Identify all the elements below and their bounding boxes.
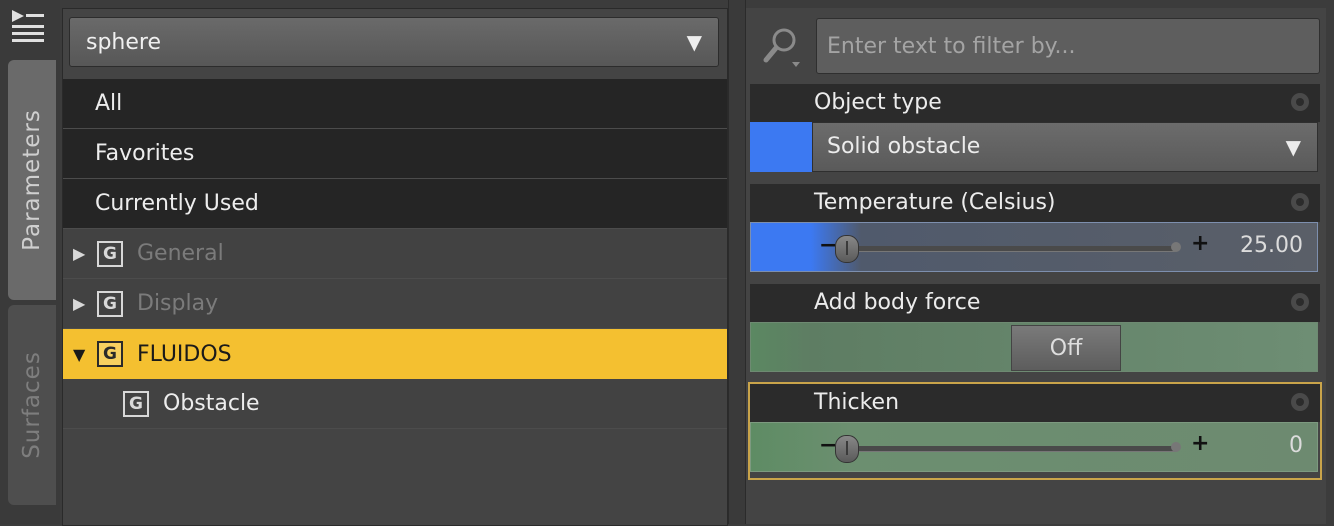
groups-pane: sphere ▼ All Favorites Currently Used ▶ … bbox=[62, 8, 728, 526]
tab-surfaces[interactable]: Surfaces bbox=[8, 305, 56, 505]
expand-arrow-icon[interactable]: ▶ bbox=[73, 294, 95, 313]
slider-track[interactable] bbox=[847, 246, 1177, 251]
gear-icon[interactable] bbox=[1286, 388, 1314, 416]
pane-splitter[interactable] bbox=[728, 0, 746, 524]
group-label: Obstacle bbox=[163, 391, 260, 416]
tab-parameters[interactable]: Parameters bbox=[8, 60, 56, 300]
group-item-fluidos[interactable]: ▼ G FLUIDOS bbox=[63, 329, 727, 379]
group-icon: G bbox=[97, 290, 123, 317]
side-tab-strip: Parameters Surfaces bbox=[0, 0, 60, 524]
slider-value[interactable]: 25.00 bbox=[1240, 233, 1303, 258]
group-label: Favorites bbox=[95, 141, 195, 166]
property-thicken: Thicken − + 0 bbox=[748, 382, 1322, 480]
slider-value[interactable]: 0 bbox=[1289, 433, 1303, 458]
group-label: Display bbox=[137, 291, 219, 316]
group-icon: G bbox=[97, 240, 123, 267]
collapse-arrow-icon[interactable]: ▼ bbox=[73, 345, 95, 364]
search-icon[interactable] bbox=[756, 18, 806, 74]
tab-surfaces-label: Surfaces bbox=[19, 351, 46, 459]
filter-input[interactable] bbox=[816, 18, 1320, 74]
group-item-obstacle[interactable]: G Obstacle bbox=[63, 379, 727, 429]
group-item-favorites[interactable]: Favorites bbox=[63, 129, 727, 179]
pane-menu-icon[interactable] bbox=[8, 6, 48, 46]
gear-icon[interactable] bbox=[1286, 88, 1314, 116]
properties-pane: Object type Solid obstacle ▼ Temperature… bbox=[746, 8, 1326, 524]
node-selector-dropdown[interactable]: sphere ▼ bbox=[69, 17, 719, 67]
group-icon: G bbox=[123, 390, 149, 417]
property-label: Add body force bbox=[750, 284, 1320, 322]
group-item-general[interactable]: ▶ G General bbox=[63, 229, 727, 279]
increment-icon[interactable]: + bbox=[1191, 231, 1209, 256]
node-selector-value: sphere bbox=[86, 29, 162, 55]
dropdown-arrow-icon: ▼ bbox=[686, 30, 702, 54]
dropdown-arrow-icon: ▼ bbox=[1285, 135, 1301, 159]
tab-parameters-label: Parameters bbox=[19, 109, 45, 251]
toggle-switch-button[interactable]: Off bbox=[1011, 325, 1121, 371]
slider-thumb[interactable] bbox=[835, 435, 859, 463]
property-label: Thicken bbox=[750, 384, 1320, 422]
group-label: All bbox=[95, 91, 123, 116]
group-item-currently-used[interactable]: Currently Used bbox=[63, 179, 727, 229]
dropdown-value: Solid obstacle bbox=[827, 134, 981, 159]
body-force-toggle[interactable]: Off bbox=[750, 322, 1318, 372]
group-label: FLUIDOS bbox=[137, 341, 232, 367]
slider-track-end bbox=[1171, 442, 1181, 452]
slider-thumb[interactable] bbox=[835, 235, 859, 263]
group-item-all[interactable]: All bbox=[63, 79, 727, 129]
increment-icon[interactable]: + bbox=[1191, 431, 1209, 456]
property-add-body-force: Add body force Off bbox=[750, 284, 1320, 376]
group-icon: G bbox=[97, 341, 123, 367]
color-swatch bbox=[750, 122, 812, 172]
property-object-type: Object type Solid obstacle ▼ bbox=[750, 84, 1320, 176]
object-type-dropdown[interactable]: Solid obstacle ▼ bbox=[812, 122, 1318, 172]
group-item-display[interactable]: ▶ G Display bbox=[63, 279, 727, 329]
temperature-slider[interactable]: − + 25.00 bbox=[750, 222, 1318, 272]
slider-track[interactable] bbox=[847, 446, 1177, 451]
group-label: Currently Used bbox=[95, 191, 259, 216]
group-list: All Favorites Currently Used ▶ G General… bbox=[63, 79, 727, 429]
expand-arrow-icon[interactable]: ▶ bbox=[73, 244, 95, 263]
group-label: General bbox=[137, 241, 224, 266]
gear-icon[interactable] bbox=[1286, 188, 1314, 216]
thicken-slider[interactable]: − + 0 bbox=[750, 422, 1318, 472]
gear-icon[interactable] bbox=[1286, 288, 1314, 316]
property-label: Temperature (Celsius) bbox=[750, 184, 1320, 222]
property-temperature: Temperature (Celsius) − + 25.00 bbox=[750, 184, 1320, 276]
property-label: Object type bbox=[750, 84, 1320, 122]
slider-track-end bbox=[1171, 242, 1181, 252]
